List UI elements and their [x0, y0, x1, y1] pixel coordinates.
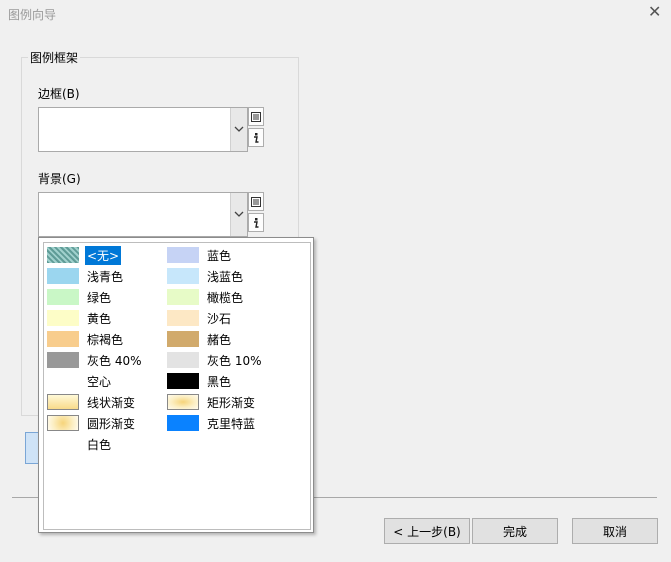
color-option-label: 绿色 — [87, 290, 112, 305]
color-option[interactable]: 橄榄色 — [167, 287, 245, 307]
color-swatch — [47, 331, 79, 347]
window-title: 图例向导 — [8, 8, 57, 22]
color-option-label: 灰色 10% — [207, 353, 262, 368]
color-swatch — [167, 394, 199, 410]
color-option-label: 灰色 40% — [87, 353, 142, 368]
partially-hidden-button[interactable] — [25, 432, 39, 464]
background-edit-button[interactable] — [248, 213, 264, 232]
color-dropdown[interactable]: <无> 蓝色浅青色 浅蓝色绿色 橄榄色黄色 沙石棕褐色 赭色灰色 40% 灰色 10% 空心 黑… — [38, 237, 314, 533]
color-option[interactable]: <无> — [47, 245, 122, 265]
list-icon — [251, 111, 261, 122]
color-option-label: 线状渐变 — [87, 395, 136, 410]
color-swatch — [167, 415, 199, 431]
color-swatch — [47, 289, 79, 305]
color-option-label: 沙石 — [207, 311, 232, 326]
border-label: 边框(B) — [38, 87, 80, 101]
color-swatch — [47, 310, 79, 326]
edit-icon — [254, 217, 259, 228]
color-option-label: 橄榄色 — [207, 290, 244, 305]
color-option-label: 赭色 — [207, 332, 232, 347]
color-option[interactable]: 蓝色 — [167, 245, 233, 265]
color-swatch — [47, 268, 79, 284]
edit-icon — [254, 132, 259, 143]
color-list: <无> 蓝色浅青色 浅蓝色绿色 橄榄色黄色 沙石棕褐色 赭色灰色 40% 灰色 10% 空心 黑… — [43, 242, 311, 530]
color-swatch — [47, 394, 79, 410]
color-option[interactable]: 空心 — [47, 371, 113, 391]
color-swatch — [47, 373, 79, 389]
color-option-label: <无> — [85, 245, 122, 265]
color-option[interactable]: 灰色 40% — [47, 350, 144, 370]
color-option[interactable]: 黑色 — [167, 371, 233, 391]
color-option[interactable]: 赭色 — [167, 329, 233, 349]
color-option[interactable]: 矩形渐变 — [167, 392, 257, 412]
chevron-down-icon[interactable] — [230, 193, 247, 236]
color-option[interactable]: 沙石 — [167, 308, 233, 328]
color-option[interactable]: 绿色 — [47, 287, 113, 307]
color-option-label: 克里特蓝 — [207, 416, 256, 431]
border-edit-button[interactable] — [248, 128, 264, 147]
background-style-list-button[interactable] — [248, 192, 264, 211]
color-option-label: 圆形渐变 — [87, 416, 136, 431]
background-combo[interactable] — [38, 192, 248, 237]
finish-button[interactable]: 完成 — [472, 518, 558, 544]
color-swatch — [167, 289, 199, 305]
color-option-label: 黑色 — [207, 374, 232, 389]
border-style-list-button[interactable] — [248, 107, 264, 126]
cancel-button[interactable]: 取消 — [572, 518, 658, 544]
border-combo[interactable] — [38, 107, 248, 152]
color-swatch — [47, 415, 79, 431]
color-swatch — [167, 268, 199, 284]
color-swatch — [47, 436, 79, 452]
color-option-label: 空心 — [87, 374, 112, 389]
color-option[interactable]: 黄色 — [47, 308, 113, 328]
border-combo-value — [39, 108, 230, 151]
color-option[interactable]: 浅蓝色 — [167, 266, 245, 286]
color-swatch — [47, 247, 79, 263]
chevron-down-icon[interactable] — [230, 108, 247, 151]
color-swatch — [167, 247, 199, 263]
color-option-label: 蓝色 — [207, 248, 232, 263]
color-option[interactable]: 线状渐变 — [47, 392, 137, 412]
close-icon[interactable]: ✕ — [648, 2, 661, 21]
list-icon — [251, 196, 261, 207]
color-option[interactable]: 白色 — [47, 434, 113, 454]
color-option[interactable]: 克里特蓝 — [167, 413, 257, 433]
color-option-label: 浅蓝色 — [207, 269, 244, 284]
color-swatch — [167, 373, 199, 389]
color-swatch — [167, 331, 199, 347]
color-option-label: 浅青色 — [87, 269, 124, 284]
color-option-label: 棕褐色 — [87, 332, 124, 347]
color-option[interactable]: 圆形渐变 — [47, 413, 137, 433]
background-label: 背景(G) — [38, 172, 81, 186]
color-option[interactable]: 灰色 10% — [167, 350, 264, 370]
color-option-label: 黄色 — [87, 311, 112, 326]
group-title: 图例框架 — [28, 49, 81, 66]
color-option[interactable]: 棕褐色 — [47, 329, 125, 349]
color-option-label: 矩形渐变 — [207, 395, 256, 410]
color-swatch — [167, 352, 199, 368]
color-swatch — [47, 352, 79, 368]
color-swatch — [167, 310, 199, 326]
back-button[interactable]: < 上一步(B) — [384, 518, 470, 544]
background-combo-value — [39, 193, 230, 236]
color-option-label: 白色 — [87, 437, 112, 452]
color-option[interactable]: 浅青色 — [47, 266, 125, 286]
